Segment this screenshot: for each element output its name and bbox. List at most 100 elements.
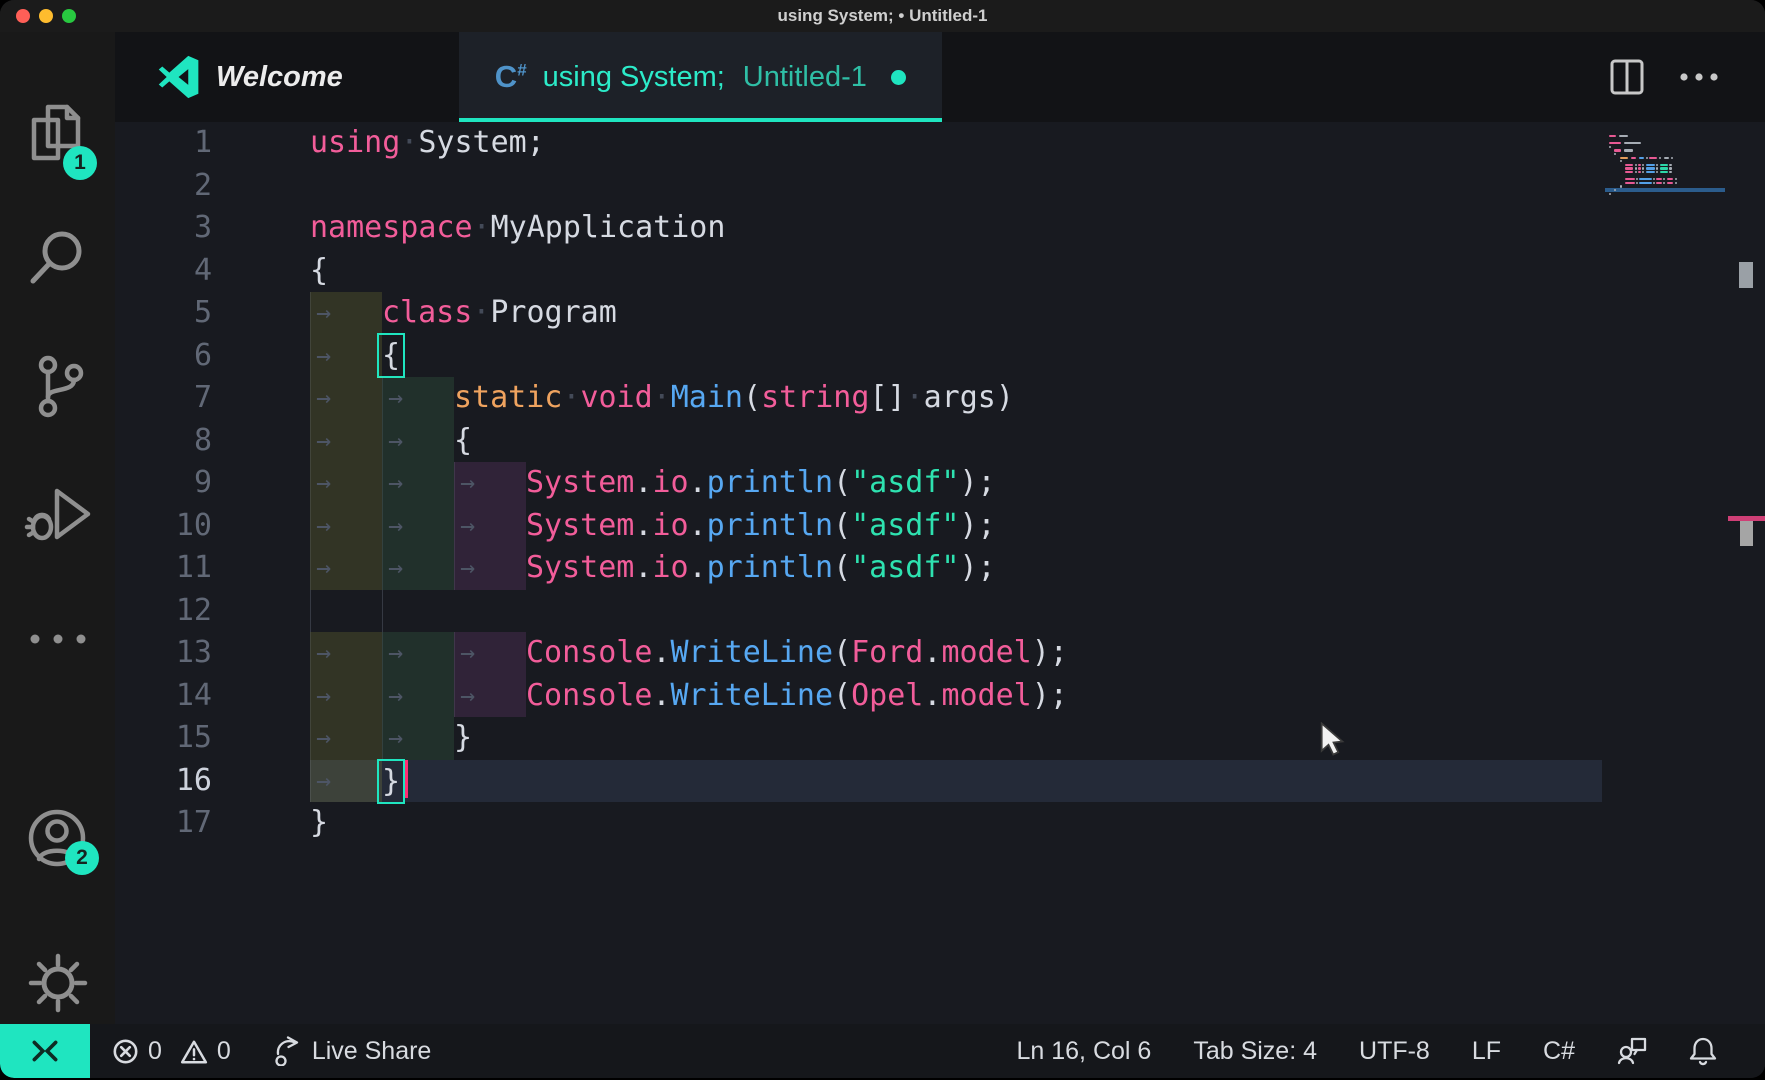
code-text xyxy=(310,165,1765,208)
encoding-button[interactable]: UTF-8 xyxy=(1359,1037,1430,1066)
code-token: ); xyxy=(960,465,996,500)
scrollbar-handle[interactable] xyxy=(1739,262,1753,288)
bracket-match: } xyxy=(382,764,400,799)
minimize-window-button[interactable] xyxy=(39,9,53,23)
code-text: →→{ xyxy=(310,420,1765,463)
code-line[interactable]: 5→class·Program xyxy=(115,292,1765,335)
editor[interactable]: 1using·System;23namespace·MyApplication4… xyxy=(115,122,1765,1024)
eol-button[interactable]: LF xyxy=(1472,1037,1501,1066)
code-token: static xyxy=(454,380,562,415)
minimap-token xyxy=(1653,178,1655,180)
line-number: 7 xyxy=(115,377,310,420)
code-line[interactable]: 9→→→System.io.println("asdf"); xyxy=(115,462,1765,505)
code-token: { xyxy=(310,253,328,288)
code-token: . xyxy=(652,678,670,713)
code-text: →→static·void·Main(string[]·args) xyxy=(310,377,1765,420)
code-line[interactable]: 12 xyxy=(115,590,1765,633)
minimap-token xyxy=(1625,167,1633,169)
sidebar-item-source-control[interactable] xyxy=(0,352,115,422)
minimap-token xyxy=(1656,171,1658,173)
line-number: 14 xyxy=(115,675,310,718)
code-token: "asdf" xyxy=(851,550,959,585)
code-text: { xyxy=(310,250,1765,293)
code-token: using xyxy=(310,125,400,160)
minimap-token xyxy=(1656,178,1661,180)
code-text: →→→System.io.println("asdf"); xyxy=(310,462,1765,505)
code-line[interactable]: 6→{ xyxy=(115,335,1765,378)
code-line[interactable]: 4{ xyxy=(115,250,1765,293)
tab-using-system[interactable]: C# using System; Untitled-1 xyxy=(459,32,942,122)
code-line[interactable]: 14→→→Console.WriteLine(Opel.model); xyxy=(115,675,1765,718)
error-count: 0 xyxy=(148,1037,162,1066)
code-token: . xyxy=(634,508,652,543)
sidebar-item-more[interactable] xyxy=(0,627,115,651)
feedback-button[interactable] xyxy=(1617,1036,1647,1066)
code-line[interactable]: 10→→→System.io.println("asdf"); xyxy=(115,505,1765,548)
code-line[interactable]: 11→→→System.io.println("asdf"); xyxy=(115,547,1765,590)
code-line[interactable]: 15→→} xyxy=(115,717,1765,760)
sidebar-item-account[interactable]: 2 xyxy=(0,807,115,871)
sidebar-item-search[interactable] xyxy=(0,224,115,292)
line-number: 1 xyxy=(115,122,310,165)
notifications-button[interactable] xyxy=(1689,1036,1717,1066)
close-window-button[interactable] xyxy=(16,9,30,23)
minimap[interactable] xyxy=(1605,122,1727,342)
code-token: args xyxy=(924,380,996,415)
tab-whitespace: → xyxy=(310,377,382,420)
minimap-token xyxy=(1639,182,1651,184)
code-text: →→→Console.WriteLine(Opel.model); xyxy=(310,675,1765,718)
minimap-token xyxy=(1614,153,1616,155)
code-line[interactable]: 8→→{ xyxy=(115,420,1765,463)
code-line[interactable]: 17} xyxy=(115,802,1765,845)
ellipsis-icon xyxy=(23,627,93,651)
minimap-token xyxy=(1609,193,1611,195)
code-line[interactable]: 3namespace·MyApplication xyxy=(115,207,1765,250)
code-token: WriteLine xyxy=(671,635,834,670)
sidebar-item-explorer[interactable]: 1 xyxy=(0,102,115,174)
code-token: . xyxy=(689,508,707,543)
code-token: [] xyxy=(869,380,905,415)
sidebar-item-settings[interactable] xyxy=(0,952,115,1014)
minimap-token xyxy=(1620,185,1622,187)
minimap-token xyxy=(1631,157,1636,159)
code-line[interactable]: 13→→→Console.WriteLine(Ford.model); xyxy=(115,632,1765,675)
tab-whitespace: → xyxy=(382,462,454,505)
cursor-position-button[interactable]: Ln 16, Col 6 xyxy=(1017,1037,1152,1066)
warning-count: 0 xyxy=(217,1037,231,1066)
minimap-token xyxy=(1669,171,1672,173)
tab-welcome[interactable]: Welcome xyxy=(115,32,343,122)
minimap-token xyxy=(1667,182,1674,184)
minimap-token xyxy=(1646,167,1655,169)
tab-whitespace: → xyxy=(382,717,454,760)
minimap-token xyxy=(1663,182,1665,184)
split-editor-button[interactable] xyxy=(1610,59,1644,95)
remote-indicator-button[interactable] xyxy=(0,1024,90,1078)
code-line[interactable]: 2 xyxy=(115,165,1765,208)
line-number: 5 xyxy=(115,292,310,335)
search-icon xyxy=(24,224,92,292)
modified-dot-icon[interactable] xyxy=(891,70,906,85)
line-number: 10 xyxy=(115,505,310,548)
tab-detail: Untitled-1 xyxy=(743,61,867,94)
code-line[interactable]: 16→} xyxy=(115,760,1765,803)
problems-warnings-button[interactable]: 0 xyxy=(180,1037,231,1066)
language-mode-button[interactable]: C# xyxy=(1543,1037,1575,1066)
sidebar-item-run-debug[interactable] xyxy=(0,477,115,551)
minimap-token xyxy=(1663,178,1665,180)
zoom-window-button[interactable] xyxy=(62,9,76,23)
tab-size-button[interactable]: Tab Size: 4 xyxy=(1193,1037,1317,1066)
more-actions-button[interactable] xyxy=(1678,71,1720,83)
code-text: →→→System.io.println("asdf"); xyxy=(310,547,1765,590)
code-token: System xyxy=(526,508,634,543)
scrollbar-handle-2[interactable] xyxy=(1740,521,1753,546)
code-token: ( xyxy=(743,380,761,415)
minimap-token xyxy=(1624,142,1642,144)
code-line[interactable]: 1using·System; xyxy=(115,122,1765,165)
code-token: . xyxy=(689,465,707,500)
code-line[interactable]: 7→→static·void·Main(string[]·args) xyxy=(115,377,1765,420)
minimap-token xyxy=(1620,160,1622,162)
live-share-button[interactable]: Live Share xyxy=(273,1036,432,1066)
problems-errors-button[interactable]: 0 xyxy=(112,1037,162,1066)
minimap-token xyxy=(1653,182,1655,184)
tab-whitespace: → xyxy=(382,632,454,675)
